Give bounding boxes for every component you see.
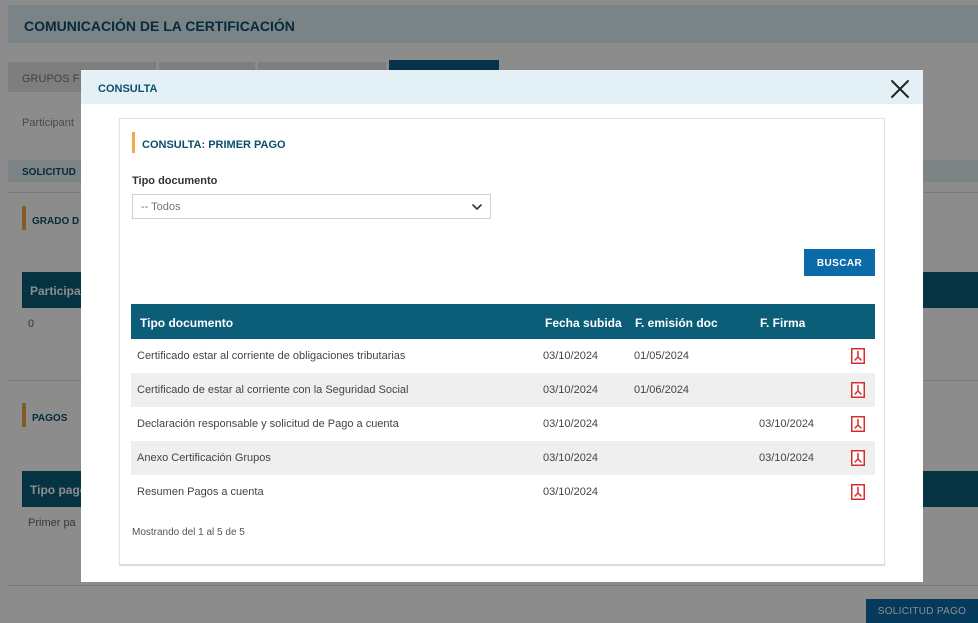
cell-fecha-subida: 03/10/2024 xyxy=(543,452,599,464)
pdf-icon[interactable] xyxy=(851,484,865,500)
close-button[interactable] xyxy=(887,76,913,102)
cell-fecha-subida: 03/10/2024 xyxy=(543,418,599,430)
table-row: Certificado estar al corriente de obliga… xyxy=(131,339,875,373)
tipo-documento-label: Tipo documento xyxy=(132,175,218,187)
chevron-down-icon xyxy=(472,204,482,210)
pdf-icon[interactable] xyxy=(851,450,865,466)
cell-tipo: Certificado de estar al corriente con la… xyxy=(137,384,409,396)
tipo-documento-select[interactable]: -- Todos xyxy=(132,194,491,219)
section-title: CONSULTA: PRIMER PAGO xyxy=(142,139,286,151)
table-row: Declaración responsable y solicitud de P… xyxy=(131,407,875,441)
cell-fecha-subida: 03/10/2024 xyxy=(543,384,599,396)
modal-title: CONSULTA xyxy=(98,83,158,95)
column-emision-doc[interactable]: F. emisión doc xyxy=(635,316,718,330)
table-row: Certificado de estar al corriente con la… xyxy=(131,373,875,407)
cell-fecha-subida: 03/10/2024 xyxy=(543,486,599,498)
cell-firma: 03/10/2024 xyxy=(759,418,815,430)
cell-tipo: Resumen Pagos a cuenta xyxy=(137,486,264,498)
cell-emision: 01/05/2024 xyxy=(634,350,690,362)
column-firma[interactable]: F. Firma xyxy=(760,316,805,330)
close-icon xyxy=(891,80,909,98)
section-accent xyxy=(132,132,135,153)
consulta-card: CONSULTA: PRIMER PAGO Tipo documento -- … xyxy=(119,118,885,565)
pdf-icon[interactable] xyxy=(851,348,865,364)
column-tipo-documento[interactable]: Tipo documento xyxy=(140,316,233,330)
consulta-modal: CONSULTA CONSULTA: PRIMER PAGO Tipo docu… xyxy=(81,70,923,582)
pagination-info: Mostrando del 1 al 5 de 5 xyxy=(132,527,245,538)
table-row: Resumen Pagos a cuenta 03/10/2024 xyxy=(131,475,875,509)
buscar-button[interactable]: BUSCAR xyxy=(804,249,875,276)
card-divider xyxy=(119,564,885,566)
cell-tipo: Anexo Certificación Grupos xyxy=(137,452,271,464)
pdf-icon[interactable] xyxy=(851,416,865,432)
cell-tipo: Certificado estar al corriente de obliga… xyxy=(137,350,406,362)
pdf-icon[interactable] xyxy=(851,382,865,398)
cell-emision: 01/06/2024 xyxy=(634,384,690,396)
table-row: Anexo Certificación Grupos 03/10/2024 03… xyxy=(131,441,875,475)
documents-table: Tipo documento Fecha subida F. emisión d… xyxy=(131,304,875,509)
table-header: Tipo documento Fecha subida F. emisión d… xyxy=(131,304,875,339)
cell-firma: 03/10/2024 xyxy=(759,452,815,464)
select-value: -- Todos xyxy=(141,201,181,213)
modal-header: CONSULTA xyxy=(81,70,923,104)
column-fecha-subida[interactable]: Fecha subida xyxy=(545,316,622,330)
cell-fecha-subida: 03/10/2024 xyxy=(543,350,599,362)
cell-tipo: Declaración responsable y solicitud de P… xyxy=(137,418,399,430)
